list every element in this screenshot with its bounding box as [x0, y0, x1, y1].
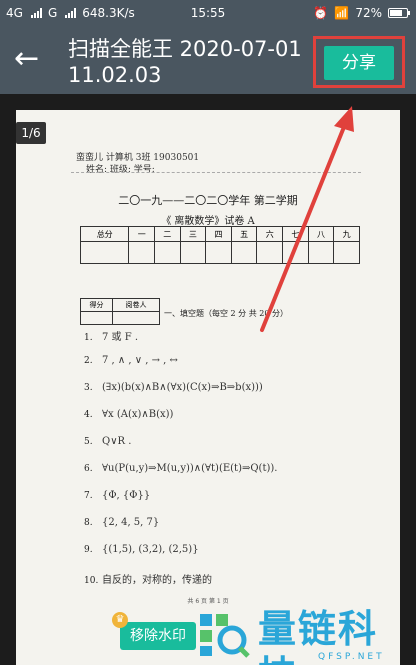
answer-number: 1.	[84, 333, 93, 343]
score-value-cell	[179, 241, 207, 264]
status-right: ⏰ 📶 72%	[313, 6, 410, 20]
answer-number: 2.	[84, 356, 93, 366]
separator-line	[71, 172, 361, 173]
section-title: 一、填空题（每空 2 分 共 20 分）	[164, 309, 288, 318]
score-header-cell: 三	[179, 226, 207, 242]
status-bar: 4G G 648.3K/s 15:55 ⏰ 📶 72%	[0, 0, 416, 28]
score-value-cell	[256, 241, 284, 264]
answer-item: 1. 7 或 F .	[84, 328, 138, 343]
document-viewer[interactable]: 1/6 蛮蛮儿 计算机 3班 19030501 姓名: 班级: 学号: 二〇一九…	[0, 94, 416, 665]
score-value-cell	[154, 241, 181, 264]
grader-value-row	[79, 311, 160, 325]
grader-header-row: 得分 阅卷人	[79, 298, 160, 312]
exam-title: 《 离散数学》试卷 A	[161, 216, 255, 227]
back-arrow-icon[interactable]: ←	[14, 44, 48, 78]
vip-crown-icon: ♛	[112, 612, 128, 628]
answer-text: 自反的，对称的，传递的	[102, 575, 212, 586]
answer-number: 9.	[84, 545, 93, 555]
answer-number: 7.	[84, 491, 93, 501]
score-table: 总分一二三四五六七八九	[79, 226, 360, 264]
handwritten-header-2: 姓名: 班级: 学号:	[86, 165, 155, 175]
battery-percent: 72%	[355, 6, 382, 20]
grader-header-cell: 得分	[79, 298, 114, 312]
answer-number: 5.	[84, 437, 93, 447]
answer-text: 7 或 F .	[102, 332, 139, 343]
alarm-icon: ⏰	[313, 6, 329, 20]
answer-item: 6. ∀u(P(u,y)⇒M(u,y))∧(∀t)(E(t)⇒Q(t)).	[84, 463, 277, 474]
score-value-cell	[79, 241, 130, 264]
exam-year: 二〇一九——二〇二〇学年 第二学期	[118, 194, 298, 207]
score-value-cell	[307, 241, 335, 264]
battery-fill	[390, 10, 402, 16]
grader-table: 得分 阅卷人	[79, 298, 160, 325]
score-value-cell	[205, 241, 232, 264]
answer-number: 10.	[84, 576, 99, 586]
brand-url: QFSP.NET	[318, 652, 385, 662]
score-value-cell	[230, 241, 258, 264]
answer-text: ∀u(P(u,y)⇒M(u,y))∧(∀t)(E(t)⇒Q(t)).	[102, 463, 278, 474]
page-indicator: 1/6	[16, 122, 46, 144]
brand-watermark: 量链科技 QFSP.NET	[198, 606, 416, 665]
answer-text: 7 , ∧ , ∨ , → , ↔	[102, 355, 178, 366]
score-header-cell: 二	[154, 226, 181, 242]
answer-item: 7. {Φ, {Φ}}	[84, 490, 150, 501]
answer-item: 2. 7 , ∧ , ∨ , → , ↔	[84, 355, 178, 366]
page-footer: 共 6 页 第 1 页	[187, 598, 229, 605]
grader-header-cell: 阅卷人	[112, 298, 160, 312]
answer-item: 4. ∀x (A(x)∧B(x))	[84, 409, 173, 420]
answer-text: Q∨R .	[102, 436, 132, 447]
score-header-cell: 八	[307, 226, 335, 242]
answer-text: {(1,5), (3,2), (2,5)}	[102, 544, 199, 555]
answer-text: (∃x)(b(x)∧B∧(∀x)(C(x)⇒B⇒b(x)))	[102, 382, 263, 393]
score-header-cell: 总分	[79, 226, 130, 242]
score-value-cell	[333, 241, 360, 264]
score-value-cell	[282, 241, 309, 264]
score-header-cell: 六	[256, 226, 284, 242]
app-bar: ← 扫描全能王 2020-07-01 11.02.03 分享	[0, 28, 416, 94]
brand-logo-icon	[200, 614, 250, 658]
score-value-cell	[128, 241, 155, 264]
answer-item: 10. 自反的，对称的，传递的	[84, 571, 212, 586]
score-header-cell: 九	[333, 226, 360, 242]
share-button[interactable]: 分享	[324, 46, 394, 80]
battery-icon	[388, 8, 410, 18]
answer-number: 6.	[84, 464, 93, 474]
answer-item: 8. {2, 4, 5, 7}	[84, 517, 159, 528]
remove-watermark-button[interactable]: 移除水印	[120, 622, 196, 650]
score-value-row	[79, 241, 360, 264]
wifi-icon: 📶	[334, 6, 350, 20]
answer-number: 3.	[84, 383, 93, 393]
answer-number: 8.	[84, 518, 93, 528]
scanned-page[interactable]: 蛮蛮儿 计算机 3班 19030501 姓名: 班级: 学号: 二〇一九——二〇…	[16, 110, 400, 665]
document-title: 扫描全能王 2020-07-01 11.02.03	[68, 37, 302, 87]
answer-text: ∀x (A(x)∧B(x))	[102, 409, 174, 420]
score-header-cell: 五	[230, 226, 258, 242]
answer-item: 9. {(1,5), (3,2), (2,5)}	[84, 544, 199, 555]
share-highlight-box: 分享	[313, 36, 405, 88]
answer-number: 4.	[84, 410, 93, 420]
answer-text: {2, 4, 5, 7}	[102, 517, 160, 528]
score-header-cell: 四	[205, 226, 232, 242]
score-header-cell: 一	[128, 226, 155, 242]
score-header-cell: 七	[282, 226, 309, 242]
answer-item: 5. Q∨R .	[84, 436, 131, 447]
score-header-row: 总分一二三四五六七八九	[79, 226, 360, 242]
answer-text: {Φ, {Φ}}	[102, 490, 151, 501]
answer-item: 3. (∃x)(b(x)∧B∧(∀x)(C(x)⇒B⇒b(x)))	[84, 382, 263, 393]
